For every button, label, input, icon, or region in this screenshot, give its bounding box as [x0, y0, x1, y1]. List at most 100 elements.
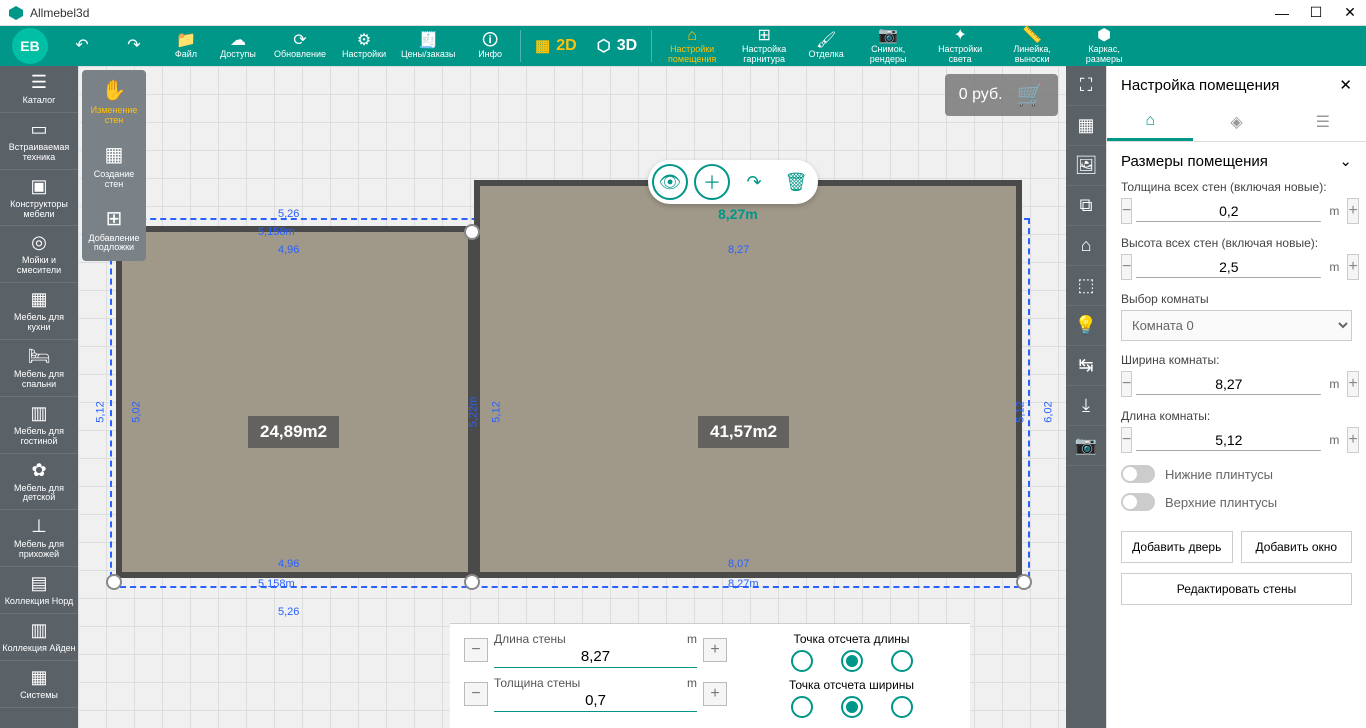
- origin-len-left[interactable]: [791, 650, 813, 672]
- wall-thick-all-input[interactable]: [1136, 201, 1321, 222]
- wall-edit-tool[interactable]: ✋Изменение стен: [82, 70, 146, 134]
- info-button[interactable]: 🛈Инфо: [464, 26, 516, 66]
- wall-height-input[interactable]: [1136, 257, 1321, 278]
- close-button[interactable]: ✕: [1342, 5, 1358, 21]
- room-width-inc[interactable]: +: [1347, 371, 1358, 397]
- light-button[interactable]: 💡: [1066, 306, 1106, 346]
- add-window-button[interactable]: Добавить окно: [1241, 531, 1353, 563]
- catalog-item-systems[interactable]: ▦Системы: [0, 661, 78, 708]
- catalog-item-kitchen[interactable]: ▦Мебель для кухни: [0, 283, 78, 340]
- edit-walls-button[interactable]: Редактировать стены: [1121, 573, 1352, 605]
- wall-height-dec[interactable]: −: [1121, 254, 1132, 280]
- access-button[interactable]: ☁Доступы: [212, 26, 264, 66]
- wall-handle[interactable]: [464, 224, 480, 240]
- download-button[interactable]: ⤓: [1066, 386, 1106, 426]
- snap-button[interactable]: ⧉: [1066, 186, 1106, 226]
- canvas-2d[interactable]: 24,89m2 41,57m2 👁 ＋ ↷ 🗑 8,27m 5,26 5,158…: [78, 66, 1066, 728]
- settings-button[interactable]: ⚙Настройки: [336, 26, 392, 66]
- wall-thick-increase[interactable]: +: [703, 682, 727, 706]
- wall-thick-decrease[interactable]: −: [464, 682, 488, 706]
- undo-button[interactable]: ↶: [56, 26, 108, 66]
- room-2-area: 41,57m2: [698, 416, 789, 448]
- catalog-item-builtin[interactable]: ▭Встраиваемая техника: [0, 113, 78, 170]
- view-3d-button[interactable]: ⬡3D: [587, 36, 647, 56]
- origin-w-left[interactable]: [791, 696, 813, 718]
- price-badge[interactable]: 0 руб. 🛒: [945, 74, 1058, 116]
- home-button[interactable]: ⌂: [1066, 226, 1106, 266]
- redo-button[interactable]: ↷: [108, 26, 160, 66]
- baseboard-top-toggle[interactable]: [1121, 493, 1155, 511]
- room-length-inc[interactable]: +: [1347, 427, 1358, 453]
- fullscreen-button[interactable]: ⛶: [1066, 66, 1106, 106]
- furniture-settings-button[interactable]: ⊞Настройкагарнитура: [728, 26, 800, 66]
- room-2[interactable]: [474, 180, 1022, 578]
- maximize-button[interactable]: ☐: [1308, 5, 1324, 21]
- tab-layers[interactable]: ◈: [1193, 104, 1279, 141]
- room-settings-button[interactable]: ⌂Настройкипомещения: [656, 26, 728, 66]
- redo-wall-button[interactable]: ↷: [736, 164, 772, 200]
- delete-wall-button[interactable]: 🗑: [778, 164, 814, 200]
- ruler-button[interactable]: 📏Линейка,выноски: [996, 26, 1068, 66]
- add-door-button[interactable]: Добавить дверь: [1121, 531, 1233, 563]
- eb-button[interactable]: ЕВ: [12, 28, 48, 64]
- panel-close-button[interactable]: ✕: [1339, 76, 1352, 94]
- dim-label: 4,96: [278, 558, 299, 570]
- grid-button[interactable]: ▦: [1066, 106, 1106, 146]
- view-2d-button[interactable]: ▦2D: [525, 36, 587, 56]
- chevron-down-icon[interactable]: ⌄: [1339, 152, 1352, 170]
- light-settings-button[interactable]: ✦Настройкисвета: [924, 26, 996, 66]
- wall-length-decrease[interactable]: −: [464, 638, 488, 662]
- catalog-item-bedroom[interactable]: 🛏Мебель для спальни: [0, 340, 78, 397]
- camera-button[interactable]: 📷: [1066, 426, 1106, 466]
- origin-w-center[interactable]: [841, 696, 863, 718]
- visibility-button[interactable]: 👁: [652, 164, 688, 200]
- finish-button[interactable]: 🖌Отделка: [800, 26, 852, 66]
- cube-button[interactable]: ⬚: [1066, 266, 1106, 306]
- catalog-item-constructors[interactable]: ▣Конструкторы мебели: [0, 170, 78, 227]
- measure-button[interactable]: ↹: [1066, 346, 1106, 386]
- dim-label: 5,26: [278, 606, 299, 618]
- wall-handle[interactable]: [106, 574, 122, 590]
- wall-bg-tool[interactable]: ⊞Добавление подложки: [82, 198, 146, 262]
- wall-height-inc[interactable]: +: [1347, 254, 1358, 280]
- baseboard-low-toggle[interactable]: [1121, 465, 1155, 483]
- update-button[interactable]: ⟳Обновление: [264, 26, 336, 66]
- room-length-dec[interactable]: −: [1121, 427, 1132, 453]
- cart-icon[interactable]: 🛒: [1017, 82, 1044, 108]
- room-length-input[interactable]: [1136, 430, 1321, 451]
- snapshot-button[interactable]: 📷Снимок,рендеры: [852, 26, 924, 66]
- add-wall-button[interactable]: ＋: [694, 164, 730, 200]
- catalog-item-catalog[interactable]: ☰Каталог: [0, 66, 78, 113]
- wall-create-tool[interactable]: ▦Создание стен: [82, 134, 146, 198]
- wall-thick-all-dec[interactable]: −: [1121, 198, 1132, 224]
- wall-length-increase[interactable]: +: [703, 638, 727, 662]
- right-toolbar: ⛶ ▦ 🖼 ⧉ ⌂ ⬚ 💡 ↹ ⤓ 📷: [1066, 66, 1106, 728]
- catalog-item-sinks[interactable]: ◎Мойки и смесители: [0, 226, 78, 283]
- room-width-input[interactable]: [1136, 374, 1321, 395]
- minimize-button[interactable]: —: [1274, 5, 1290, 21]
- wall-handle[interactable]: [464, 574, 480, 590]
- catalog-item-hallway[interactable]: ⊥Мебель для прихожей: [0, 510, 78, 567]
- frame-button[interactable]: ⬢Каркас,размеры: [1068, 26, 1140, 66]
- room-width-dec[interactable]: −: [1121, 371, 1132, 397]
- file-button[interactable]: 📁Файл: [160, 26, 212, 66]
- catalog-item-nord[interactable]: ▤Коллекция Норд: [0, 567, 78, 614]
- wall-thick-input[interactable]: [494, 690, 697, 712]
- dim-label: 8,27m: [728, 578, 759, 590]
- origin-len-center[interactable]: [841, 650, 863, 672]
- catalog-item-living[interactable]: ▥Мебель для гостиной: [0, 397, 78, 454]
- origin-len-right[interactable]: [891, 650, 913, 672]
- image-button[interactable]: 🖼: [1066, 146, 1106, 186]
- tab-home[interactable]: ⌂: [1107, 104, 1193, 141]
- room-select[interactable]: Комната 0: [1121, 310, 1352, 341]
- prices-button[interactable]: 🧾Цены/заказы: [392, 26, 464, 66]
- wall-thick-all-inc[interactable]: +: [1347, 198, 1358, 224]
- tab-list[interactable]: ☰: [1280, 104, 1366, 141]
- wall-length-input[interactable]: [494, 646, 697, 668]
- catalog-item-kids[interactable]: ✿Мебель для детской: [0, 454, 78, 511]
- catalog-item-iden[interactable]: ▥Коллекция Айден: [0, 614, 78, 661]
- dim-label: 4,96: [278, 244, 299, 256]
- origin-w-right[interactable]: [891, 696, 913, 718]
- room-1[interactable]: [116, 226, 474, 578]
- wall-handle[interactable]: [1016, 574, 1032, 590]
